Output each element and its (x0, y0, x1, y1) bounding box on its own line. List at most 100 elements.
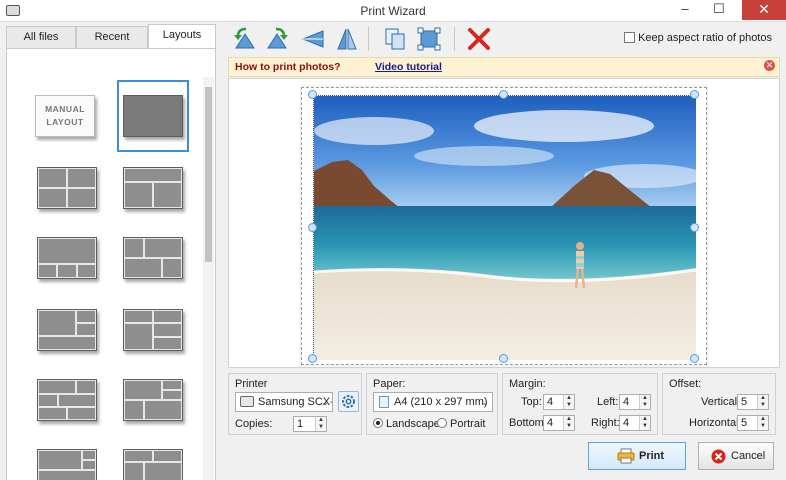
print-preview-area (228, 78, 780, 368)
info-bar: How to print photos? Video tutorial ✕ (228, 57, 780, 77)
printer-group: Printer Samsung SCX- ⌄ Copies: 1 ▲ ▼ (228, 373, 362, 435)
landscape-radio[interactable] (373, 418, 383, 428)
layout-thumb-mixed-8[interactable] (123, 449, 183, 480)
paper-group: Paper: A4 (210 x 297 mm) ⌄ Landscape Por… (366, 373, 498, 435)
margin-bottom-value: 4 (547, 417, 554, 429)
landscape-option[interactable]: Landscape (373, 418, 440, 430)
margin-left-value: 4 (623, 396, 630, 408)
left-panel: All files Recent Layouts MANUAL LAYOUT (4, 24, 218, 480)
cancel-button[interactable]: Cancel (698, 442, 774, 470)
copies-value: 1 (297, 418, 304, 430)
page-icon (379, 396, 389, 408)
delete-icon[interactable] (466, 26, 492, 52)
toolbar: Keep aspect ratio of photos (226, 22, 786, 55)
resize-handle-t[interactable] (499, 90, 508, 99)
resize-handle-r[interactable] (690, 223, 699, 232)
landscape-label: Landscape (386, 418, 440, 430)
margin-left-label: Left: (597, 396, 619, 408)
offset-vertical-stepper[interactable]: 5 ▲ ▼ (737, 394, 769, 410)
printer-title: Printer (235, 378, 268, 390)
offset-horizontal-value: 5 (741, 417, 748, 429)
margin-title: Margin: (509, 378, 546, 390)
paper-title: Paper: (373, 378, 406, 390)
margin-right-stepper[interactable]: 4 ▲ ▼ (619, 415, 651, 431)
beach-photo (314, 96, 696, 360)
video-tutorial-link[interactable]: Video tutorial (375, 61, 442, 73)
title-bar: Print Wizard – ☐ ✕ (0, 0, 786, 22)
printer-settings-button[interactable] (338, 391, 359, 412)
tab-all-files[interactable]: All files (6, 26, 76, 48)
printer-select[interactable]: Samsung SCX- ⌄ (235, 392, 333, 412)
copies-spin-arrows[interactable]: ▲ ▼ (315, 417, 326, 431)
photo-frame[interactable] (313, 95, 696, 360)
margin-top-label: Top: (521, 396, 542, 408)
tab-recent[interactable]: Recent (76, 26, 148, 48)
resize-handle-br[interactable] (690, 354, 699, 363)
layout-thumb-mixed-1[interactable] (37, 237, 97, 279)
flip-vertical-icon[interactable] (334, 26, 360, 52)
margin-bottom-stepper[interactable]: 4 ▲ ▼ (543, 415, 575, 431)
scrollbar-thumb[interactable] (205, 87, 212, 262)
cancel-icon (711, 449, 726, 464)
manual-layout-thumb[interactable]: MANUAL LAYOUT (35, 95, 95, 137)
portrait-radio[interactable] (437, 418, 447, 428)
manual-layout-line2: LAYOUT (46, 117, 84, 127)
margin-top-value: 4 (547, 396, 554, 408)
chevron-down-icon: ⌄ (321, 397, 329, 407)
maximize-button[interactable]: ☐ (706, 0, 732, 20)
margin-bottom-spin-arrows[interactable]: ▲ ▼ (563, 416, 574, 430)
margin-top-spin-arrows[interactable]: ▲ ▼ (563, 395, 574, 409)
resize-handle-b[interactable] (499, 354, 508, 363)
offset-title: Offset: (669, 378, 702, 390)
layout-thumb-mixed-2[interactable] (123, 237, 183, 279)
offset-horizontal-spin-arrows[interactable]: ▲ ▼ (757, 416, 768, 430)
margin-top-stepper[interactable]: 4 ▲ ▼ (543, 394, 575, 410)
layout-thumb-mixed-5[interactable] (37, 379, 97, 421)
margin-right-spin-arrows[interactable]: ▲ ▼ (639, 416, 650, 430)
layout-thumb-mixed-3[interactable] (37, 309, 97, 351)
layout-thumb-2x2[interactable] (37, 167, 97, 209)
offset-vertical-spin-arrows[interactable]: ▲ ▼ (757, 395, 768, 409)
resize-handle-tl[interactable] (308, 90, 317, 99)
rotate-right-icon[interactable] (264, 26, 290, 52)
keep-aspect-option[interactable]: Keep aspect ratio of photos (624, 32, 772, 44)
offset-group: Offset: Vertical: 5 ▲ ▼ Horizontal: 5 ▲ ▼ (662, 373, 776, 435)
portrait-label: Portrait (450, 418, 486, 430)
minimize-button[interactable]: – (672, 0, 698, 20)
paper-select[interactable]: A4 (210 x 297 mm) ⌄ (373, 392, 493, 412)
flip-horizontal-icon[interactable] (300, 26, 326, 52)
tab-layouts[interactable]: Layouts (148, 24, 216, 49)
copies-stepper[interactable]: 1 ▲ ▼ (293, 416, 327, 432)
margin-left-spin-arrows[interactable]: ▲ ▼ (639, 395, 650, 409)
copy-icon[interactable] (382, 26, 408, 52)
keep-aspect-checkbox[interactable] (624, 32, 636, 43)
manual-layout-line1: MANUAL (45, 104, 85, 114)
layout-thumb-mixed-6[interactable] (123, 379, 183, 421)
fit-frame-icon[interactable] (416, 26, 442, 52)
rotate-left-icon[interactable] (232, 26, 258, 52)
gear-icon (342, 395, 355, 408)
offset-horizontal-stepper[interactable]: 5 ▲ ▼ (737, 415, 769, 431)
copies-label: Copies: (235, 418, 273, 430)
resize-handle-tr[interactable] (690, 90, 699, 99)
close-infobar-icon[interactable]: ✕ (764, 60, 775, 71)
layout-scrollbar[interactable] (203, 77, 214, 480)
layout-thumb-mixed-7[interactable] (37, 449, 97, 480)
resize-handle-l[interactable] (308, 223, 317, 232)
printer-icon (240, 396, 254, 407)
resize-handle-bl[interactable] (308, 354, 317, 363)
layout-thumb-3-grid[interactable] (123, 167, 183, 209)
margin-left-stepper[interactable]: 4 ▲ ▼ (619, 394, 651, 410)
print-button[interactable]: Print (588, 442, 686, 470)
paper-selected: A4 (210 x 297 mm) (394, 396, 488, 408)
portrait-option[interactable]: Portrait (437, 418, 485, 430)
layout-list: MANUAL LAYOUT (6, 48, 216, 480)
how-to-print-link[interactable]: How to print photos? (235, 61, 341, 73)
margin-right-label: Right: (591, 417, 620, 429)
layout-thumb-mixed-4[interactable] (123, 309, 183, 351)
layout-thumb-single[interactable] (123, 95, 183, 137)
printer-icon (617, 448, 635, 464)
print-label: Print (639, 450, 665, 462)
close-window-button[interactable]: ✕ (742, 0, 786, 20)
cancel-label: Cancel (731, 450, 766, 462)
